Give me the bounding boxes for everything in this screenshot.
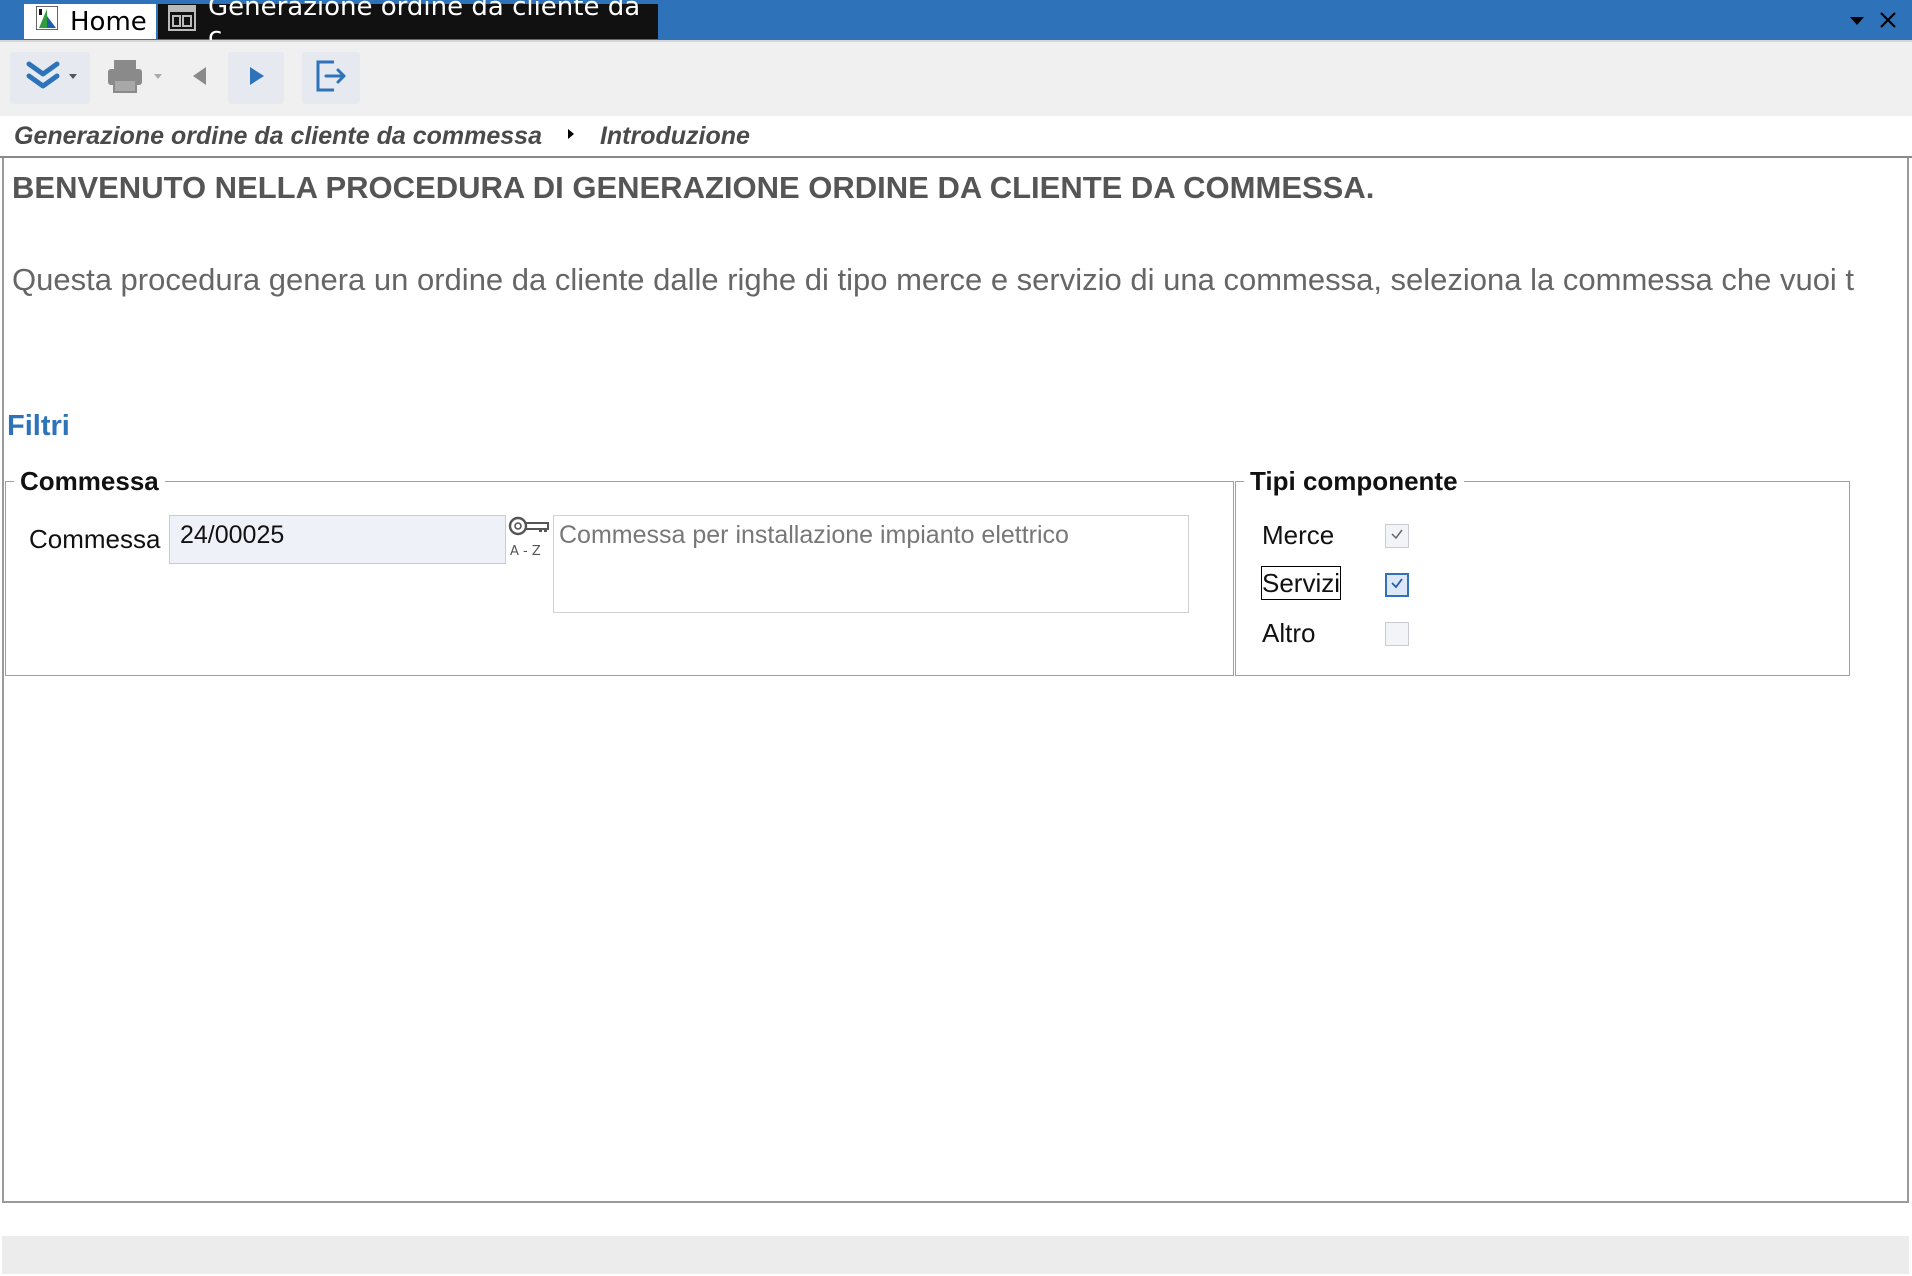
commessa-group-title: Commessa	[20, 466, 159, 496]
merce-checkbox[interactable]	[1385, 524, 1409, 548]
status-bar	[2, 1236, 1909, 1274]
breadcrumb-separator-icon	[566, 126, 576, 147]
commessa-description: Commessa per installazione impianto elet…	[553, 515, 1189, 613]
prev-icon	[188, 63, 212, 93]
next-button[interactable]	[228, 52, 284, 104]
tab-generazione-ordine[interactable]: Generazione ordine da cliente da c...	[158, 0, 658, 52]
commessa-input[interactable]: 24/00025	[169, 515, 506, 564]
tipi-componente-title: Tipi componente	[1250, 466, 1458, 496]
key-lookup-icon: A - Z	[508, 516, 550, 563]
option-merce-label: Merce	[1262, 520, 1335, 550]
checkmark-icon	[1389, 575, 1405, 595]
print-button[interactable]	[98, 52, 168, 104]
form-icon	[168, 5, 196, 38]
expand-menu-button[interactable]	[10, 52, 90, 104]
breadcrumb-item-current: Introduzione	[599, 121, 750, 150]
content-area	[2, 158, 1909, 1202]
tab-home-label: Home	[70, 6, 147, 37]
option-altro-label: Altro	[1262, 618, 1316, 648]
next-icon	[244, 63, 268, 93]
print-icon	[100, 56, 166, 100]
page-title: BENVENUTO NELLA PROCEDURA DI GENERAZIONE…	[12, 170, 1375, 205]
app-logo-icon	[35, 5, 59, 37]
tab-home[interactable]: Home	[24, 4, 156, 39]
altro-checkbox[interactable]	[1385, 622, 1409, 646]
close-icon[interactable]	[1878, 8, 1898, 38]
filters-title: Filtri	[7, 410, 70, 442]
lookup-button[interactable]: A - Z	[508, 513, 550, 559]
intro-text: Questa procedura genera un ordine da cli…	[12, 262, 1855, 297]
dropdown-arrow-icon[interactable]	[1848, 8, 1866, 38]
commessa-label: Commessa	[29, 524, 161, 554]
window-tab-bar: Home Generazione ordine da cliente da c.…	[0, 0, 1912, 52]
window-controls	[1848, 8, 1898, 38]
breadcrumb-item-procedure[interactable]: Generazione ordine da cliente da commess…	[14, 122, 542, 151]
expand-more-icon	[19, 56, 81, 100]
divider	[2, 1201, 1909, 1203]
option-servizi-label: Servizi	[1261, 566, 1342, 600]
exit-button[interactable]	[302, 52, 360, 104]
servizi-checkbox[interactable]	[1385, 573, 1409, 597]
previous-button[interactable]	[178, 52, 222, 104]
lookup-caption: A - Z	[510, 544, 541, 559]
breadcrumb: Generazione ordine da cliente da commess…	[0, 116, 1912, 158]
toolbar	[0, 40, 1912, 116]
exit-icon	[314, 58, 348, 98]
checkmark-icon	[1389, 526, 1405, 546]
